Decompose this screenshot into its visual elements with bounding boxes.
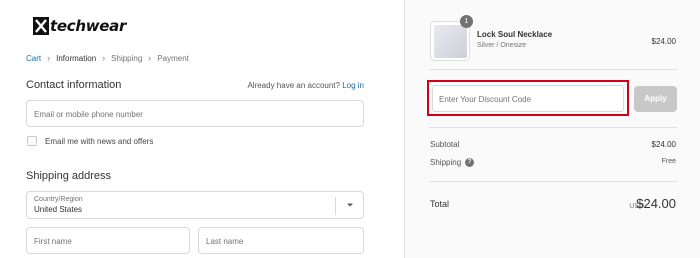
shipping-label: Shipping <box>430 158 462 167</box>
login-prompt: Already have an account? Log in <box>247 81 364 90</box>
email-field[interactable]: Email or mobile phone number <box>26 100 364 127</box>
divider <box>429 69 677 70</box>
brand-name: techwear <box>50 17 127 35</box>
chevron-right-icon: › <box>47 53 51 63</box>
last-name-field[interactable]: Last name <box>198 227 364 254</box>
total-label: Total <box>430 199 450 209</box>
chevron-right-icon: › <box>102 53 106 63</box>
first-name-placeholder: First name <box>34 237 72 246</box>
contact-section-title: Contact information <box>26 79 122 91</box>
apply-button[interactable]: Apply <box>634 86 677 112</box>
shipping-value: Free <box>661 158 676 165</box>
newsletter-label: Email me with news and offers <box>45 136 154 146</box>
product-price: $24.00 <box>651 37 676 46</box>
subtotal-label: Subtotal <box>430 140 460 149</box>
first-name-field[interactable]: First name <box>26 227 190 254</box>
subtotal-value: $24.00 <box>651 140 676 149</box>
breadcrumb: Cart › Information › Shipping › Payment <box>26 53 189 63</box>
breadcrumb-payment: Payment <box>157 53 189 63</box>
select-divider <box>335 197 336 215</box>
help-icon[interactable]: ? <box>465 158 475 168</box>
product-variant: Silver / Onesize <box>477 42 527 49</box>
total-amount: $24.00 <box>636 196 676 211</box>
checkout-main: techwear Cart › Information › Shipping ›… <box>0 0 404 258</box>
country-select[interactable]: Country/Region United States <box>26 191 364 219</box>
newsletter-checkbox[interactable] <box>27 136 37 146</box>
brand-x-icon <box>33 17 49 35</box>
last-name-placeholder: Last name <box>206 237 244 246</box>
brand-logo[interactable]: techwear <box>33 17 126 35</box>
email-placeholder: Email or mobile phone number <box>34 110 143 119</box>
shipping-section-title: Shipping address <box>26 170 112 182</box>
product-name: Lock Soul Necklace <box>477 30 553 39</box>
country-value: United States <box>34 205 83 214</box>
breadcrumb-shipping: Shipping <box>111 53 143 63</box>
shipping-row: Shipping? <box>430 158 475 168</box>
country-label: Country/Region <box>34 196 83 203</box>
breadcrumb-cart[interactable]: Cart <box>26 54 41 63</box>
quantity-badge: 1 <box>460 15 473 28</box>
chevron-down-icon <box>347 203 353 207</box>
order-summary: 1 Lock Soul Necklace Silver / Onesize $2… <box>404 0 700 258</box>
product-image <box>434 25 467 58</box>
discount-highlight: Enter Your Discount Code <box>427 80 629 116</box>
newsletter-option[interactable]: Email me with news and offers <box>27 136 153 146</box>
discount-placeholder: Enter Your Discount Code <box>439 95 532 104</box>
chevron-right-icon: › <box>148 53 152 63</box>
divider <box>429 127 677 128</box>
breadcrumb-information: Information <box>56 53 97 63</box>
login-link[interactable]: Log in <box>342 81 364 90</box>
discount-code-input[interactable]: Enter Your Discount Code <box>432 85 624 112</box>
divider <box>429 181 677 182</box>
have-account-text: Already have an account? <box>247 81 340 90</box>
